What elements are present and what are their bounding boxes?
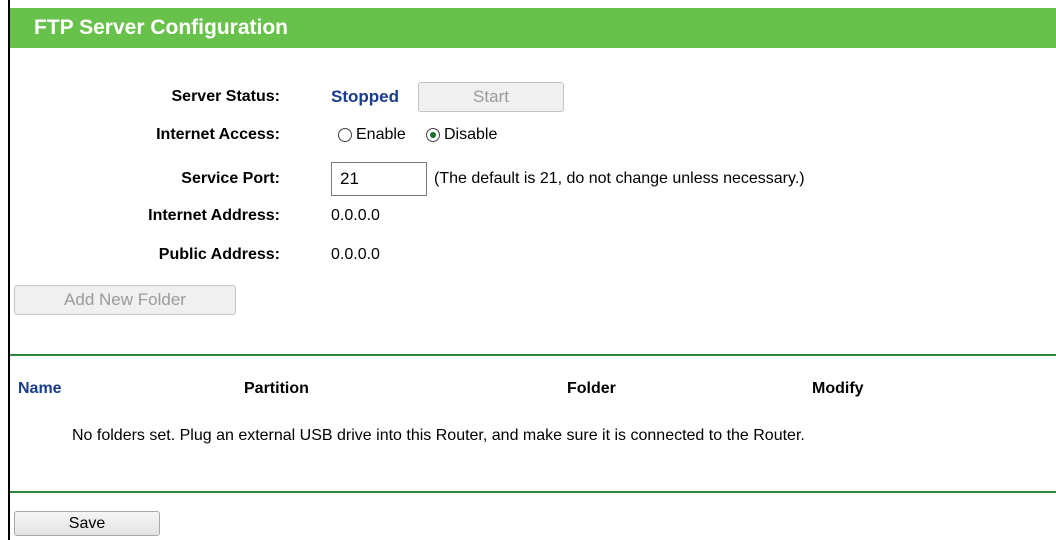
column-header-modify: Modify [812,380,864,397]
divider-top [10,354,1056,356]
empty-folders-message: No folders set. Plug an external USB dri… [72,427,805,444]
disable-radio-icon[interactable] [426,128,440,142]
public-address-value: 0.0.0.0 [331,246,380,263]
column-header-folder: Folder [567,380,616,397]
internet-address-label: Internet Address: [148,207,280,224]
service-port-label: Service Port: [181,170,280,187]
page-frame [8,0,1056,540]
disable-radio[interactable]: Disable [426,126,497,144]
page-title: FTP Server Configuration [34,16,288,39]
save-button[interactable]: Save [14,511,160,536]
divider-bottom [10,491,1056,493]
internet-address-value: 0.0.0.0 [331,207,380,224]
server-status-label: Server Status: [171,88,281,105]
service-port-input[interactable] [331,162,427,196]
page-header: FTP Server Configuration [10,8,1056,48]
enable-radio-icon[interactable] [338,128,352,142]
column-header-partition: Partition [244,380,309,397]
public-address-label: Public Address: [158,246,280,263]
server-status-value: Stopped [331,87,399,106]
disable-radio-label: Disable [444,126,498,143]
enable-radio-label: Enable [356,126,406,143]
column-header-name: Name [18,380,62,397]
service-port-note: (The default is 21, do not change unless… [434,170,805,187]
add-new-folder-button[interactable]: Add New Folder [14,285,236,315]
enable-radio[interactable]: Enable [338,126,406,144]
start-button[interactable]: Start [418,82,564,112]
internet-access-label: Internet Access: [156,126,280,143]
